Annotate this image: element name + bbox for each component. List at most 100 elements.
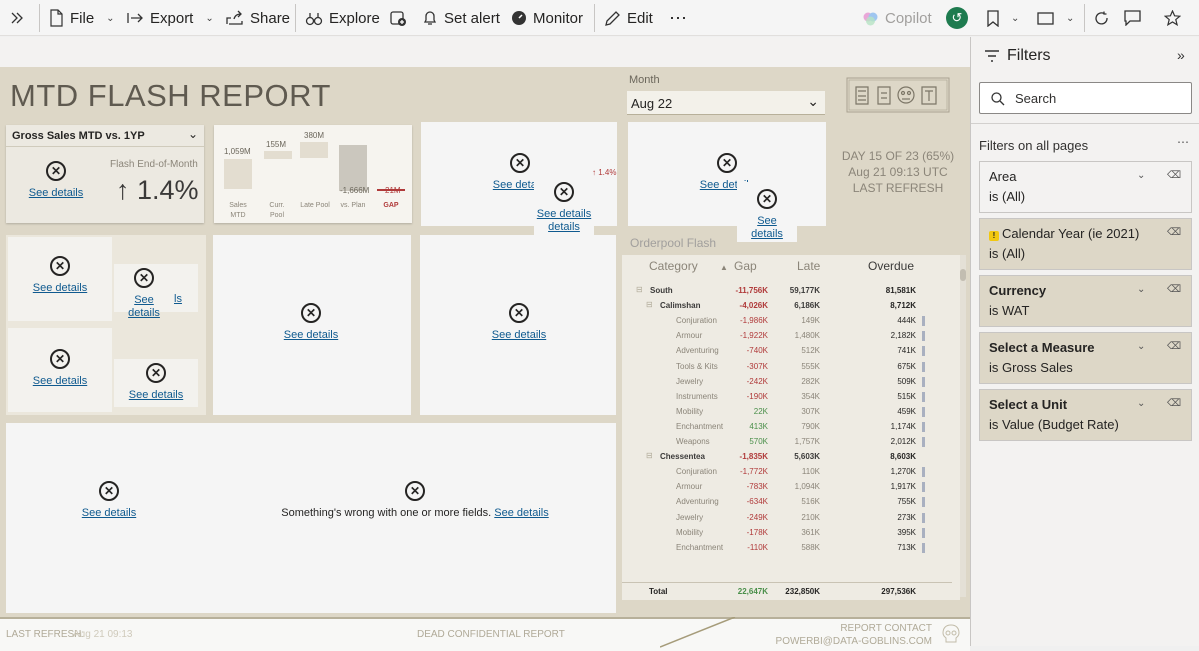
set-alert-button[interactable]: Set alert (422, 0, 500, 36)
export-label: Export (150, 9, 194, 27)
filter-card-area[interactable]: Area is (All) ⌄ ⌫ (979, 161, 1192, 213)
matrix-row[interactable]: Armour -783K 1,094K 1,917K (622, 479, 952, 494)
matrix-row[interactable]: Mobility 22K 307K 459K (622, 404, 952, 419)
bookmark-menu[interactable]: ⌄ (987, 0, 1019, 36)
see-details-link[interactable]: See details (129, 389, 183, 402)
file-menu[interactable]: File ⌄ (48, 0, 115, 36)
collapse-icon[interactable]: ⊟ (646, 451, 653, 460)
month-slicer[interactable]: Aug 22 ⌄ (627, 91, 825, 115)
collapse-icon[interactable]: ⊟ (636, 285, 643, 294)
copilot-button[interactable]: Copilot (862, 0, 932, 36)
see-details-link-line2[interactable]: details (751, 228, 783, 241)
export-arrow-icon (127, 13, 143, 23)
eraser-icon[interactable]: ⌫ (1167, 170, 1181, 181)
view-icon (1037, 11, 1054, 25)
matrix-row[interactable]: Enchantment 413K 790K 1,174K (622, 419, 952, 434)
see-details-link[interactable]: See details (537, 208, 591, 221)
collapse-icon[interactable]: ⊟ (646, 300, 653, 309)
row-late: 307K (801, 406, 820, 416)
filter-card-select-measure[interactable]: Select a Measure is Gross Sales ⌄ ⌫ (979, 332, 1192, 384)
error-icon: ✕ (510, 153, 530, 173)
matrix-row[interactable]: Conjuration -1,772K 110K 1,270K (622, 464, 952, 479)
error-icon: ✕ (50, 349, 70, 369)
matrix-row[interactable]: ⊟ South -11,756K 59,177K 81,581K (622, 283, 952, 298)
see-details-link[interactable]: See details (494, 507, 548, 519)
eraser-icon[interactable]: ⌫ (1167, 341, 1181, 352)
export-menu[interactable]: Export ⌄ (126, 0, 214, 36)
row-gap: 413K (749, 421, 768, 431)
matrix-row[interactable]: Weapons 570K 1,757K 2,012K (622, 434, 952, 449)
row-overdue: 395K (897, 527, 916, 537)
scroll-thumb[interactable] (960, 269, 966, 281)
error-visual: ✕ See details (30, 256, 90, 295)
error-visual: ✕ See details (79, 481, 139, 520)
header-category[interactable]: Category (649, 259, 698, 273)
see-details-link[interactable]: See details (29, 187, 83, 200)
eraser-icon[interactable]: ⌫ (1167, 398, 1181, 409)
matrix-row[interactable]: ⊟ Chessentea -1,835K 5,603K 8,603K (622, 449, 952, 464)
matrix-row[interactable]: Tools & Kits -307K 555K 675K (622, 359, 952, 374)
see-details-link[interactable]: See (134, 294, 154, 307)
matrix-row[interactable]: ⊟ Calimshan -4,026K 6,186K 8,712K (622, 298, 952, 313)
matrix-row[interactable]: Jewelry -249K 210K 273K (622, 510, 952, 525)
row-late: 1,757K (794, 437, 820, 446)
refresh-button[interactable] (1094, 0, 1109, 36)
comment-button[interactable] (1124, 0, 1141, 36)
see-details-link[interactable]: See details (82, 507, 136, 520)
matrix-row[interactable]: Mobility -178K 361K 395K (622, 525, 952, 540)
filter-value: is Gross Sales (989, 360, 1073, 375)
header-overdue[interactable]: Overdue (868, 259, 914, 273)
see-details-link-line2[interactable]: details (548, 221, 580, 234)
header-gap[interactable]: Gap (734, 259, 757, 273)
row-category: Armour (676, 482, 703, 492)
eraser-icon[interactable]: ⌫ (1167, 227, 1181, 238)
expand-nav-button[interactable] (10, 0, 24, 36)
matrix-row[interactable]: Armour -1,922K 1,480K 2,182K (622, 328, 952, 343)
matrix-row[interactable]: Instruments -190K 354K 515K (622, 389, 952, 404)
subscribe-button[interactable] (389, 0, 407, 36)
chevron-down-icon[interactable]: ⌄ (1137, 284, 1145, 295)
see-details-link-line2[interactable]: details (128, 307, 160, 320)
row-overdue: 755K (897, 497, 916, 507)
small-kpi-value: ↑ 1.4% (592, 168, 617, 177)
matrix-row[interactable]: Conjuration -1,986K 149K 444K (622, 313, 952, 328)
divider (295, 4, 296, 32)
copilot-icon (863, 12, 878, 25)
collapse-filters-icon[interactable]: » (1177, 47, 1185, 63)
chevron-down-icon[interactable]: ⌄ (1137, 398, 1145, 409)
matrix-row[interactable]: Jewelry -242K 282K 509K (622, 374, 952, 389)
matrix-row[interactable]: Adventuring -634K 516K 755K (622, 494, 952, 509)
explore-button[interactable]: Explore (305, 0, 380, 36)
chevron-down-icon[interactable]: ⌄ (1137, 170, 1145, 181)
see-details-link[interactable]: See details (284, 329, 338, 342)
view-menu[interactable]: ⌄ (1037, 0, 1074, 36)
see-details-link[interactable]: See details (33, 282, 87, 295)
matrix-scrollbar[interactable] (960, 255, 966, 597)
see-details-link[interactable]: See details (492, 329, 546, 342)
filter-search-box[interactable]: Search (979, 82, 1192, 114)
filter-card-currency[interactable]: Currency is WAT ⌄ ⌫ (979, 275, 1192, 327)
kpi-measure-dropdown[interactable]: Gross Sales MTD vs. 1YP ⌄ (6, 125, 204, 147)
matrix-row[interactable]: Adventuring -740K 512K 741K (622, 343, 952, 358)
see-details-link[interactable]: See details (33, 375, 87, 388)
reset-button[interactable]: ↺ (946, 0, 968, 36)
row-late: 110K (801, 467, 820, 477)
row-overdue: 444K (897, 316, 916, 326)
filter-card-calendar-year[interactable]: ! Calendar Year (ie 2021) is (All) ⌫ (979, 218, 1192, 270)
edit-button[interactable]: Edit (604, 0, 653, 36)
favorite-button[interactable] (1164, 0, 1181, 36)
header-late[interactable]: Late (797, 259, 820, 273)
section-more-options-icon[interactable]: ⋯ (1177, 135, 1189, 149)
eraser-icon[interactable]: ⌫ (1167, 284, 1181, 295)
share-button[interactable]: Share (226, 0, 290, 36)
error-visual: ✕ See details (126, 363, 186, 402)
filter-card-select-unit[interactable]: Select a Unit is Value (Budget Rate) ⌄ ⌫ (979, 389, 1192, 441)
error-icon: ✕ (509, 303, 529, 323)
error-visual: ✕ See details (737, 189, 797, 241)
see-details-link[interactable]: See (757, 215, 777, 228)
monitor-button[interactable]: Monitor (511, 0, 583, 36)
chevron-down-icon[interactable]: ⌄ (1137, 341, 1145, 352)
row-overdue: 8,712K (890, 301, 916, 311)
matrix-row[interactable]: Enchantment -110K 588K 713K (622, 540, 952, 555)
more-options-icon[interactable]: ⋯ (669, 0, 688, 36)
